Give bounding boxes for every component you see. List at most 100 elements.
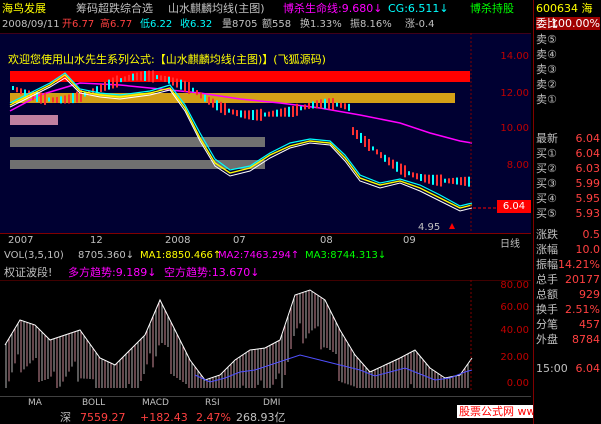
tab-boll[interactable]: BOLL <box>82 398 105 408</box>
candle <box>308 102 310 109</box>
date-07: 07 <box>233 235 246 246</box>
candle <box>164 75 166 82</box>
tab-macd[interactable]: MACD <box>142 398 169 408</box>
candle <box>188 82 190 95</box>
candle <box>48 97 50 102</box>
footer-change: +182.43 <box>140 411 188 424</box>
sell-row-1-label: 卖① <box>536 93 557 106</box>
candle <box>200 92 202 99</box>
indicator-hold: 博杀持股 <box>470 2 514 15</box>
buy-row-4-value: 5.95 <box>575 192 601 205</box>
date-12: 12 <box>90 235 103 246</box>
buy-row-4[interactable]: 买④ 5.95 <box>536 192 600 205</box>
candle <box>52 97 54 103</box>
tab-rsi[interactable]: RSI <box>205 398 220 408</box>
sub-title: 权证波段! 多方趋势:9.189↓ 空方趋势:13.670↓ <box>0 264 531 279</box>
buy-row-2-value: 6.03 <box>575 162 601 175</box>
stat-row-4[interactable]: 总额 929 <box>536 288 600 301</box>
candle <box>388 157 390 166</box>
buy-row-1-label: 买① <box>536 147 557 160</box>
candle <box>464 176 466 186</box>
tab-ma[interactable]: MA <box>28 398 42 408</box>
low-mark: 4.95 <box>418 222 441 233</box>
stat-row-3-label: 总手 <box>536 273 558 286</box>
sub-axis-40: 40.00 <box>500 325 529 336</box>
rp-latest-label: 最新 <box>536 132 558 145</box>
candle <box>432 174 434 185</box>
candle <box>76 91 78 103</box>
candle <box>140 71 142 81</box>
tab-dmi[interactable]: DMI <box>263 398 280 408</box>
date-08: 08 <box>320 235 333 246</box>
candle <box>184 80 186 92</box>
candle <box>260 108 262 121</box>
date-09: 09 <box>403 235 416 246</box>
footer-pct: 2.47% <box>196 411 231 424</box>
candle <box>348 103 350 111</box>
candle <box>224 103 226 116</box>
sell-row-4[interactable]: 卖④ <box>536 48 600 61</box>
candle <box>460 177 462 186</box>
stat-row-6[interactable]: 分笔 457 <box>536 318 600 331</box>
axis-8: 8.00 <box>506 160 529 171</box>
rp-latest-value: 6.04 <box>575 132 601 145</box>
indicator-chart[interactable]: 80.00 60.00 40.00 20.00 0.00 <box>0 280 531 392</box>
stat-row-2[interactable]: 振幅 14.21% <box>536 258 600 271</box>
candle <box>404 165 406 178</box>
stat-row-2-value: 14.21% <box>558 258 600 271</box>
buy-row-3[interactable]: 买③ 5.99 <box>536 177 600 190</box>
candle <box>420 173 422 181</box>
candle <box>456 177 458 185</box>
quote-close: 收6.32 <box>180 19 213 30</box>
stat-row-6-label: 分笔 <box>536 318 558 331</box>
candle <box>220 101 222 113</box>
candle <box>324 98 326 109</box>
candle <box>372 146 374 151</box>
candle <box>468 176 470 187</box>
formula-tab-main[interactable]: 山水麒麟均线(主图) <box>168 2 265 15</box>
formula-tab-select[interactable]: 筹码超跌综合选 <box>76 2 153 15</box>
stat-row-0[interactable]: 涨跌 0.5 <box>536 228 600 241</box>
stat-row-5-label: 换手 <box>536 303 558 316</box>
sell-row-5[interactable]: 卖⑤ <box>536 33 600 46</box>
buy-row-2[interactable]: 买② 6.03 <box>536 162 600 175</box>
stat-row-5[interactable]: 换手 2.51% <box>536 303 600 316</box>
stat-row-7[interactable]: 外盘 8784 <box>536 333 600 346</box>
vol-ma1: MA1:8850.466↑ <box>140 250 222 261</box>
sell-row-2[interactable]: 卖② <box>536 78 600 91</box>
buy-row-5[interactable]: 买⑤ 5.93 <box>536 207 600 220</box>
price-chart[interactable]: 欢迎您使用山水先生系列公式:【山水麒麟均线(主图)】(飞狐源码) 14.00 1… <box>0 33 531 233</box>
candle <box>104 81 106 91</box>
stat-row-7-label: 外盘 <box>536 333 558 346</box>
candle <box>448 178 450 184</box>
sell-row-1[interactable]: 卖① <box>536 93 600 106</box>
candle <box>280 108 282 117</box>
candle <box>60 96 62 104</box>
sub-axis-0: 0.00 <box>506 378 529 389</box>
indicator-canvas <box>0 280 531 392</box>
sell-row-3-label: 卖③ <box>536 63 557 76</box>
stat-row-1[interactable]: 涨幅 10.0 <box>536 243 600 256</box>
stat-row-3[interactable]: 总手 20177 <box>536 273 600 286</box>
candle <box>68 94 70 104</box>
candle <box>400 163 402 175</box>
candle <box>340 102 342 108</box>
candle <box>384 154 386 162</box>
candle <box>272 110 274 117</box>
vol-value: 8705.360↓ <box>78 250 135 261</box>
rp-time-value: 6.04 <box>575 362 601 375</box>
vol-label: VOL(3,5,10) <box>4 250 64 261</box>
sell-row-3[interactable]: 卖③ <box>536 63 600 76</box>
stat-row-0-label: 涨跌 <box>536 228 558 241</box>
candle <box>300 106 302 111</box>
sell-row-4-label: 卖④ <box>536 48 557 61</box>
candle <box>132 73 134 81</box>
candle <box>316 100 318 109</box>
period-tag[interactable]: 日线 <box>500 235 520 250</box>
buy-row-1[interactable]: 买① 6.04 <box>536 147 600 160</box>
candle <box>440 174 442 187</box>
rp-latest: 最新 6.04 <box>536 132 600 145</box>
candle <box>232 109 234 115</box>
candle <box>392 159 394 169</box>
date-axis: 2007 12 2008 07 08 09 日线 <box>0 233 531 250</box>
